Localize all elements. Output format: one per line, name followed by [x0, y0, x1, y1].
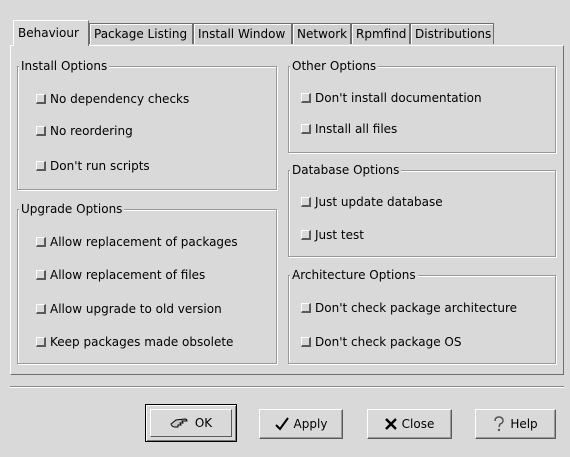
checkbox-dont-run-scripts[interactable]: Don't run scripts — [36, 158, 150, 174]
checkbox-box[interactable] — [301, 197, 311, 207]
checkbox-box[interactable] — [36, 337, 46, 347]
question-mark-icon — [493, 416, 505, 432]
checkbox-box[interactable] — [36, 161, 46, 171]
apply-button-label: Apply — [293, 417, 328, 431]
tab-package-listing[interactable]: Package Listing — [89, 23, 193, 44]
checkbox-box[interactable] — [301, 303, 311, 313]
group-title: Database Options — [290, 162, 402, 178]
ok-button-label: OK — [194, 416, 213, 430]
checkbox-allow-upgrade-old-version[interactable]: Allow upgrade to old version — [36, 301, 222, 317]
checkbox-no-dependency-checks[interactable]: No dependency checks — [36, 91, 189, 107]
checkbox-just-update-database[interactable]: Just update database — [301, 194, 443, 210]
group-title: Install Options — [19, 58, 110, 74]
checkbox-label: Just test — [315, 228, 364, 242]
checkbox-label: Don't check package OS — [315, 335, 462, 349]
checkbox-dont-check-architecture[interactable]: Don't check package architecture — [301, 300, 517, 316]
checkmark-icon — [274, 417, 289, 431]
help-button[interactable]: Help — [475, 409, 556, 439]
help-button-label: Help — [510, 417, 538, 431]
checkbox-box[interactable] — [36, 126, 46, 136]
checkbox-label: No dependency checks — [50, 92, 190, 106]
apply-button[interactable]: Apply — [259, 409, 343, 439]
checkbox-just-test[interactable]: Just test — [301, 227, 364, 243]
close-button-label: Close — [401, 417, 435, 431]
checkbox-box[interactable] — [36, 270, 46, 280]
preferences-dialog: Behaviour Package Listing Install Window… — [0, 0, 570, 457]
install-options-group: Install Options No dependency checks No … — [17, 58, 277, 190]
x-icon — [384, 418, 397, 430]
tab-network[interactable]: Network — [292, 23, 351, 44]
ok-button[interactable]: OK — [145, 404, 237, 442]
tab-distributions[interactable]: Distributions — [410, 23, 494, 44]
tab-install-window[interactable]: Install Window — [193, 23, 292, 44]
checkbox-box[interactable] — [36, 237, 46, 247]
checkbox-box[interactable] — [36, 94, 46, 104]
checkbox-label: Allow replacement of packages — [50, 235, 238, 249]
checkbox-label: No reordering — [50, 124, 133, 138]
group-title: Upgrade Options — [19, 201, 125, 217]
checkbox-label: Install all files — [315, 122, 398, 136]
checkbox-allow-replacement-packages[interactable]: Allow replacement of packages — [36, 234, 238, 250]
checkbox-label: Don't check package architecture — [315, 301, 518, 315]
checkbox-box[interactable] — [301, 337, 311, 347]
close-button[interactable]: Close — [367, 409, 452, 439]
checkbox-box[interactable] — [301, 93, 311, 103]
checkbox-box[interactable] — [301, 124, 311, 134]
other-options-group: Other Options Don't install documentatio… — [288, 58, 556, 153]
checkbox-label: Keep packages made obsolete — [50, 335, 234, 349]
checkbox-dont-check-os[interactable]: Don't check package OS — [301, 334, 462, 350]
group-title: Other Options — [290, 58, 379, 74]
checkbox-dont-install-documentation[interactable]: Don't install documentation — [301, 90, 482, 106]
checkbox-allow-replacement-files[interactable]: Allow replacement of files — [36, 267, 205, 283]
checkbox-keep-packages-obsolete[interactable]: Keep packages made obsolete — [36, 334, 233, 350]
checkbox-no-reordering[interactable]: No reordering — [36, 123, 133, 139]
checkbox-label: Allow replacement of files — [50, 268, 206, 282]
checkbox-label: Allow upgrade to old version — [50, 302, 222, 316]
group-title: Architecture Options — [290, 267, 418, 283]
checkbox-box[interactable] — [301, 230, 311, 240]
hand-pointer-icon — [170, 415, 190, 431]
checkbox-label: Don't install documentation — [315, 91, 482, 105]
tab-behaviour[interactable]: Behaviour — [13, 20, 89, 46]
architecture-options-group: Architecture Options Don't check package… — [288, 267, 556, 364]
checkbox-label: Don't run scripts — [50, 159, 150, 173]
checkbox-box[interactable] — [36, 304, 46, 314]
tab-rpmfind[interactable]: Rpmfind — [351, 23, 410, 44]
checkbox-install-all-files[interactable]: Install all files — [301, 121, 397, 137]
checkbox-label: Just update database — [315, 195, 443, 209]
ok-button-face[interactable]: OK — [150, 409, 232, 437]
upgrade-options-group: Upgrade Options Allow replacement of pac… — [17, 201, 277, 364]
button-separator — [10, 386, 564, 388]
database-options-group: Database Options Just update database Ju… — [288, 162, 556, 257]
